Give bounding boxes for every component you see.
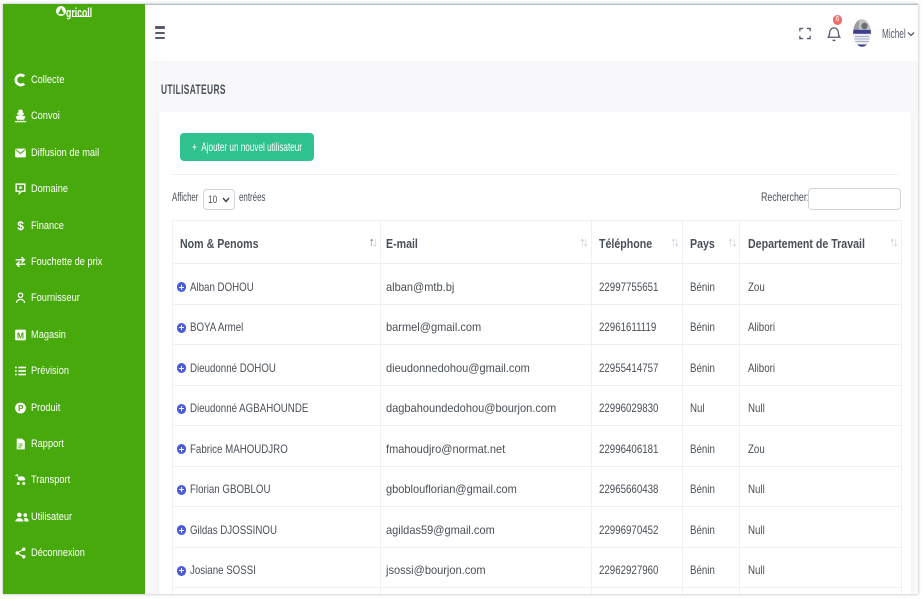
svg-text:P: P (18, 404, 24, 413)
svg-text:M: M (17, 330, 24, 340)
svg-text:$: $ (17, 219, 24, 232)
